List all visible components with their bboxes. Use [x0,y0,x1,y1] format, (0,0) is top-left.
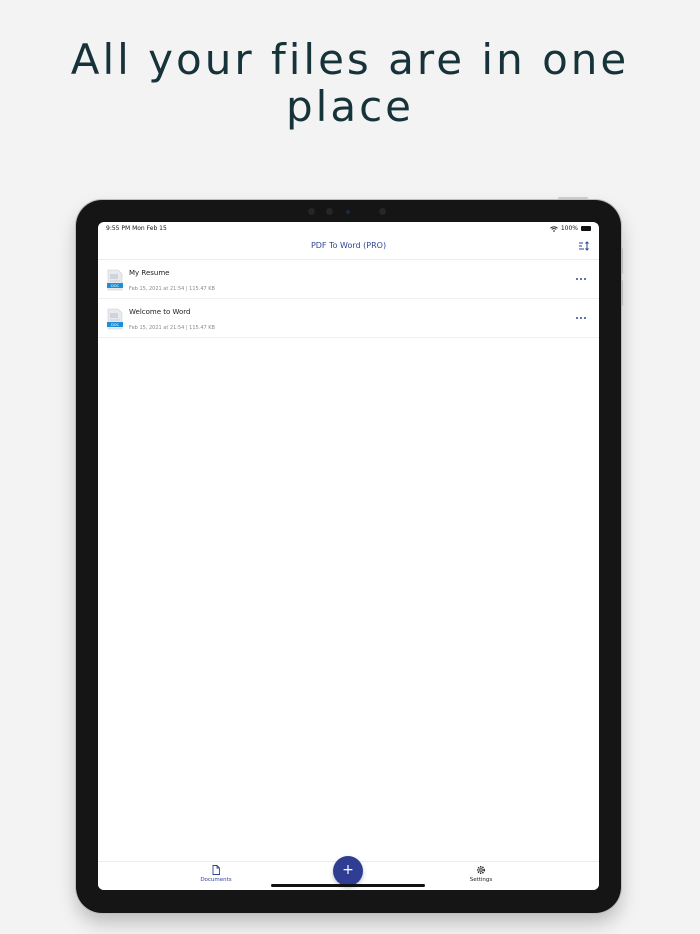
status-right: 100% [550,225,591,232]
front-camera-icon [346,210,350,214]
gear-icon [476,865,486,875]
camera-bar [76,206,621,216]
headline-line-2: place [286,82,414,131]
document-name: Welcome to Word [129,308,191,316]
headline-line-1: All your files are in one [70,35,630,84]
home-indicator [271,884,425,887]
add-document-button[interactable]: + [333,856,363,886]
battery-icon [581,226,591,231]
document-meta: Feb 15, 2021 at 21:54 | 115.47 KB [129,325,215,331]
tab-settings[interactable]: Settings [451,865,511,883]
more-options-icon[interactable] [575,276,587,282]
tab-settings-label: Settings [469,877,493,883]
list-item-document[interactable]: DOC My Resume Feb 15, 2021 at 21:54 | 11… [98,260,599,299]
sort-icon[interactable] [578,240,590,252]
doc-file-icon: DOC [107,269,123,291]
list-item-document[interactable]: DOC Welcome to Word Feb 15, 2021 at 21:5… [98,299,599,338]
doc-badge-label: DOC [111,284,120,288]
tab-bar: Documents + Settings [98,856,599,890]
sensor-icon [379,208,386,215]
battery-percent: 100% [560,225,578,232]
wifi-icon [550,225,558,232]
tab-documents-label: Documents [200,877,232,883]
marketing-headline: All your files are in one place [0,36,700,130]
document-name: My Resume [129,269,170,277]
status-time: 9:55 PM Mon Feb 15 [106,225,167,232]
ipad-device-frame: 9:55 PM Mon Feb 15 100% PDF To Word (PRO… [76,200,621,913]
page-title: PDF To Word (PRO) [310,241,387,250]
doc-file-icon: DOC [107,308,123,330]
doc-badge-label: DOC [111,323,120,327]
app-screen: 9:55 PM Mon Feb 15 100% PDF To Word (PRO… [98,222,599,890]
navigation-bar: PDF To Word (PRO) [98,234,599,260]
sensor-icon [308,208,315,215]
sensor-icon [326,208,333,215]
document-icon [212,865,220,875]
tab-documents[interactable]: Documents [186,865,246,883]
more-options-icon[interactable] [575,315,587,321]
status-bar: 9:55 PM Mon Feb 15 100% [98,222,599,234]
document-meta: Feb 15, 2021 at 21:54 | 115.47 KB [129,286,215,292]
